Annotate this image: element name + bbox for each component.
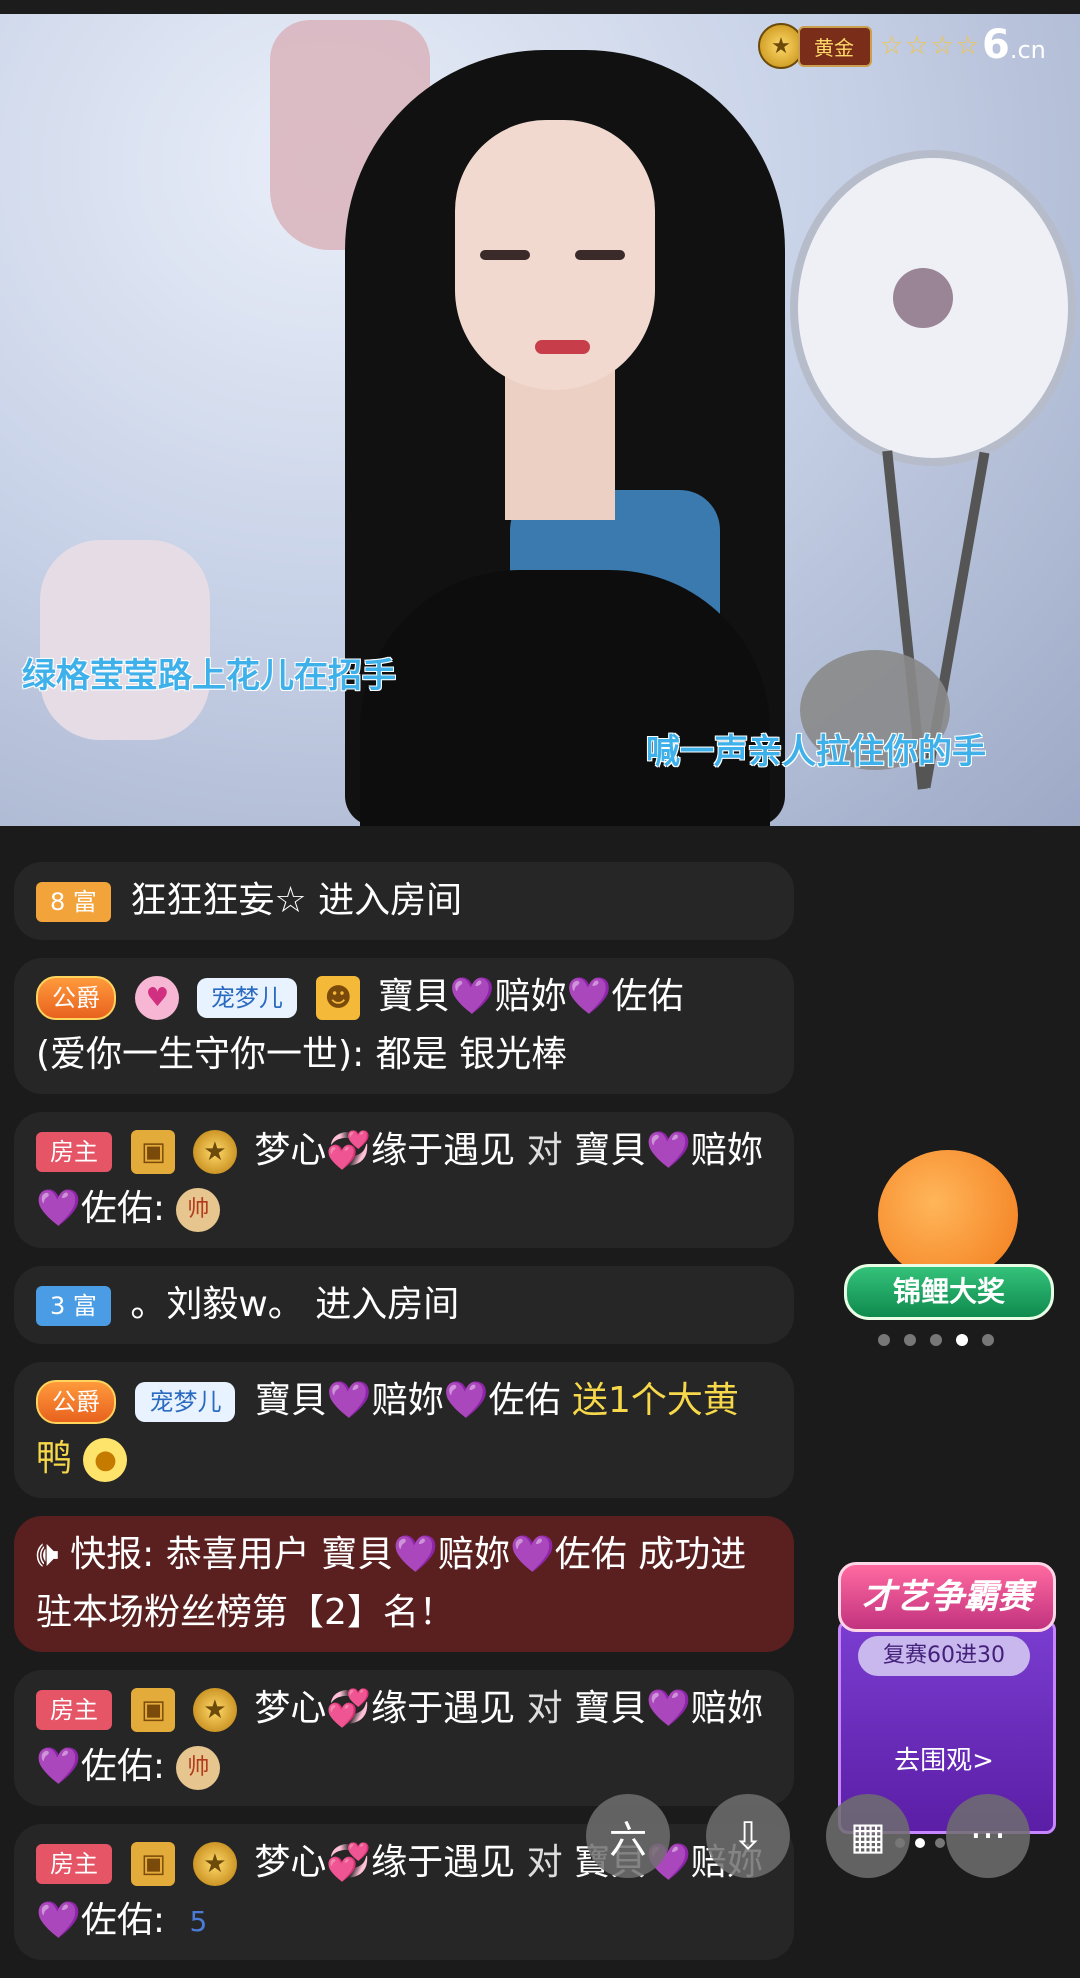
gift-box-icon: ▣ xyxy=(131,1688,176,1732)
gift-box-icon: ▣ xyxy=(131,1842,176,1886)
username[interactable]: 梦心💞缘于遇见 xyxy=(254,1130,515,1171)
chat-message: 公爵 ♥ 宠梦儿 ☻ 寶貝💜赔妳💜佐佑 (爱你一生守你一世): 都是 银光棒 xyxy=(14,958,794,1094)
download-button[interactable]: ⇩ xyxy=(706,1794,790,1878)
watch-link[interactable]: 去围观> xyxy=(838,1740,1050,1777)
lyric-line-2: 喊一声亲人拉住你的手 xyxy=(646,732,986,772)
streamer xyxy=(330,50,800,826)
chat-text: (爱你一生守你一世): 都是 银光棒 xyxy=(36,1034,568,1075)
duke-badge: 公爵 xyxy=(36,1380,116,1424)
more-button[interactable]: ··· xyxy=(946,1794,1030,1878)
page-dots xyxy=(895,1838,945,1848)
wealth-level-badge: 3 富 xyxy=(36,1286,111,1326)
chat-text: 。刘毅w。 进入房间 xyxy=(130,1284,460,1325)
user-icon: ☻ xyxy=(316,976,361,1020)
medal-icon: ★ xyxy=(192,1842,237,1886)
medal-icon: ★ xyxy=(192,1688,237,1732)
broadcast-alert: 🕪 快报: 恭喜用户 寶貝💜赔妳💜佐佑 成功进驻本场粉丝榜第【2】名！ xyxy=(14,1516,794,1652)
chat-message: 房主 ▣ ★ 梦心💞缘于遇见 对 寶貝💜赔妳💜佐佑: 帅 xyxy=(14,1670,794,1806)
grid-menu-button[interactable]: ▦ xyxy=(826,1794,910,1878)
koi-label: 锦鲤大奖 xyxy=(844,1264,1054,1320)
alert-text: 快报: 恭喜用户 寶貝💜赔妳💜佐佑 成功进驻本场粉丝榜第【2】名！ xyxy=(36,1534,747,1633)
duck-gift-icon: ● xyxy=(83,1438,128,1482)
talent-contest-card[interactable]: 才艺争霸赛 复赛60进30 去围观> xyxy=(838,1540,1056,1834)
live-video[interactable]: 绿格莹莹路上花儿在招手 喊一声亲人拉住你的手 ★ 黄金 ☆☆☆☆ 6.cn xyxy=(0,0,1080,826)
pet-badge: 宠梦儿 xyxy=(196,978,297,1018)
koi-prize-banner[interactable]: 锦鲤大奖 xyxy=(838,1140,1054,1330)
chat-text: 狂狂狂妄☆ 进入房间 xyxy=(130,880,463,921)
owner-badge: 房主 xyxy=(36,1690,112,1730)
username[interactable]: 梦心💞缘于遇见 xyxy=(254,1842,515,1883)
lamp-dish xyxy=(790,150,1076,466)
koi-fish-icon xyxy=(878,1150,1018,1280)
username[interactable]: 寶貝💜赔妳💜佐佑 xyxy=(255,1380,561,1421)
chat-message: 房主 ▣ ★ 梦心💞缘于遇见 对 寶貝💜赔妳💜佐佑: 5 xyxy=(14,1824,794,1960)
contest-title: 才艺争霸赛 xyxy=(838,1562,1056,1632)
chat-message: 公爵 宠梦儿 寶貝💜赔妳💜佐佑 送1个大黄鸭 ● xyxy=(14,1362,794,1498)
six-button[interactable]: 六 xyxy=(586,1794,670,1878)
chat-message: 3 富 。刘毅w。 进入房间 xyxy=(14,1266,794,1344)
medal-icon: ★ xyxy=(192,1130,237,1174)
lyric-line-1: 绿格莹莹路上花儿在招手 xyxy=(22,656,396,696)
duke-badge: 公爵 xyxy=(36,976,116,1020)
chat-message: 房主 ▣ ★ 梦心💞缘于遇见 对 寶貝💜赔妳💜佐佑: 帅 xyxy=(14,1112,794,1248)
username[interactable]: 寶貝💜赔妳💜佐佑 xyxy=(378,976,684,1017)
owner-badge: 房主 xyxy=(36,1844,112,1884)
contest-subtitle: 复赛60进30 xyxy=(858,1636,1030,1676)
chess-piece-icon: 帅 xyxy=(176,1746,221,1790)
chat-list[interactable]: 8 富 狂狂狂妄☆ 进入房间 公爵 ♥ 宠梦儿 ☻ 寶貝💜赔妳💜佐佑 (爱你一生… xyxy=(14,862,794,1978)
pet-badge: 宠梦儿 xyxy=(135,1382,236,1422)
gift-box-icon: ▣ xyxy=(131,1130,176,1174)
chat-message: 8 富 狂狂狂妄☆ 进入房间 xyxy=(14,862,794,940)
speaker-icon: 🕪 xyxy=(36,1534,71,1575)
site-logo: 6.cn xyxy=(982,22,1046,68)
host-level-badge: ★ 黄金 ☆☆☆☆ xyxy=(758,23,981,69)
carousel-dots xyxy=(878,1334,994,1346)
pillow xyxy=(40,540,210,740)
chess-piece-icon: 帅 xyxy=(176,1188,221,1232)
level-v-icon: 5 xyxy=(189,1905,208,1938)
wealth-level-badge: 8 富 xyxy=(36,882,111,922)
username[interactable]: 梦心💞缘于遇见 xyxy=(254,1688,515,1729)
love-badge-icon: ♥ xyxy=(135,976,180,1020)
status-bar xyxy=(0,0,1080,14)
owner-badge: 房主 xyxy=(36,1132,112,1172)
